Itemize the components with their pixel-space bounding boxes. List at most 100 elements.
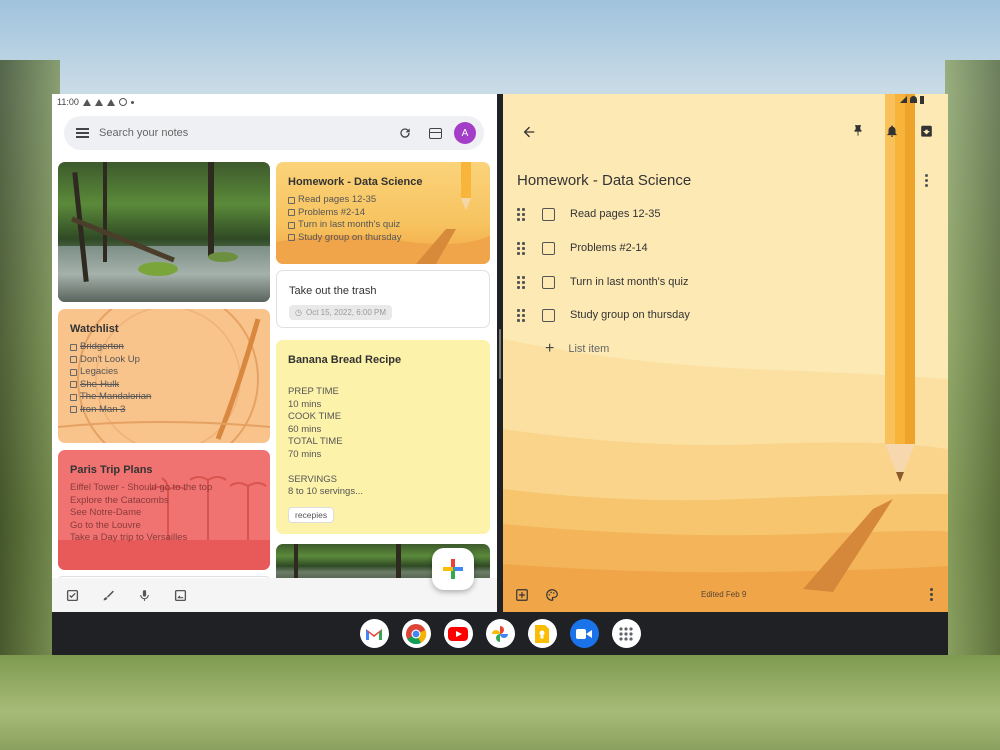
label-chip[interactable]: recepies [288, 506, 335, 523]
drag-handle-icon[interactable] [517, 309, 527, 322]
drag-handle-icon[interactable] [517, 276, 527, 289]
note-card-paris[interactable]: Paris Trip Plans Eiffel Tower - Should g… [58, 450, 270, 570]
checklist-item: Problems #2-14 [288, 207, 423, 220]
checklist-item-text[interactable]: Turn in last month's quiz [570, 276, 688, 288]
checklist-item-text[interactable]: Study group on thursday [570, 309, 690, 321]
checklist-item: Turn in last month's quiz [288, 219, 423, 232]
checkbox-icon [70, 393, 77, 401]
chrome-icon[interactable] [401, 619, 431, 648]
drag-handle-icon[interactable] [517, 208, 527, 221]
status-icons [900, 96, 924, 104]
pencil-illustration [461, 162, 471, 210]
plus-icon: + [545, 340, 555, 357]
reminder-chip[interactable]: ◷ Oct 15, 2022, 6:00 PM [289, 305, 393, 320]
hamburger-icon[interactable] [76, 128, 89, 138]
notification-icon [106, 98, 115, 106]
note-title: Take out the trash [289, 285, 377, 297]
archive-icon[interactable] [919, 123, 934, 139]
editor-title[interactable]: Homework - Data Science [517, 172, 691, 189]
checkbox[interactable] [542, 275, 555, 289]
checklist-item: Study group on thursday [288, 232, 423, 245]
checkbox-icon [288, 234, 295, 242]
checkbox-icon [70, 406, 77, 414]
add-box-icon[interactable] [515, 588, 529, 602]
split-divider-handle[interactable] [499, 329, 501, 379]
checkbox-icon [288, 196, 295, 204]
checklist-item: Legacies [70, 366, 151, 379]
checklist-item[interactable]: Study group on thursday [517, 305, 690, 325]
checkbox[interactable] [542, 207, 555, 221]
mic-icon[interactable] [136, 587, 152, 603]
background-blur-left [0, 60, 60, 750]
editor-bottom-bar: Edited Feb 9 [503, 578, 948, 612]
tree-trunk-image [208, 162, 214, 257]
search-bar[interactable]: Search your notes A [64, 116, 484, 150]
checkbox[interactable] [542, 241, 555, 255]
search-input[interactable]: Search your notes [99, 127, 386, 139]
gmail-icon[interactable] [359, 619, 389, 648]
checklist-item[interactable]: Problems #2-14 [517, 238, 648, 258]
clock-icon: ◷ [295, 308, 302, 317]
add-list-item-label: List item [568, 343, 610, 355]
note-card-homework[interactable]: Homework - Data Science Read pages 12-35… [276, 162, 490, 264]
photos-icon[interactable] [485, 619, 515, 648]
checkbox[interactable] [542, 308, 555, 322]
new-note-button[interactable] [432, 548, 474, 590]
note-body: PREP TIME 10 mins COOK TIME 60 mins TOTA… [288, 386, 363, 497]
checkbox-icon [70, 368, 77, 376]
mossy-rock-image [138, 262, 178, 276]
checkbox-icon[interactable] [64, 587, 80, 603]
notes-list-pane: 11:00 Search your notes A Homework - Dat… [52, 94, 497, 612]
more-notifications-icon [130, 100, 134, 104]
note-title: Banana Bread Recipe [288, 354, 402, 366]
checklist-item: Bridgerton [70, 341, 151, 354]
more-vert-icon[interactable] [925, 174, 928, 187]
mossy-rock-image [208, 252, 238, 262]
pin-icon[interactable] [851, 123, 865, 139]
youtube-icon[interactable] [443, 619, 473, 648]
back-arrow-icon[interactable] [521, 124, 537, 140]
keep-icon[interactable] [527, 619, 557, 648]
status-bar: 11:00 [52, 94, 497, 110]
checklist-item-text[interactable]: Problems #2-14 [570, 242, 648, 254]
palette-icon[interactable] [545, 588, 559, 602]
brush-icon[interactable] [100, 587, 116, 603]
checklist-item-text[interactable]: Read pages 12-35 [570, 208, 661, 220]
app-shelf [52, 612, 948, 655]
checklist-item: Iron Man 3 [70, 404, 151, 417]
notification-icon [82, 98, 91, 106]
note-card-banana-bread[interactable]: Banana Bread Recipe PREP TIME 10 mins CO… [276, 340, 490, 534]
status-time: 11:00 [57, 97, 79, 107]
note-card-trash[interactable]: Take out the trash ◷ Oct 15, 2022, 6:00 P… [276, 270, 490, 328]
checkbox-icon [70, 343, 77, 351]
checklist-item[interactable]: Turn in last month's quiz [517, 272, 688, 292]
drag-handle-icon[interactable] [517, 242, 527, 255]
more-vert-icon[interactable] [930, 588, 933, 601]
forest-image-note[interactable] [58, 162, 270, 302]
add-icon [443, 559, 463, 579]
refresh-icon[interactable] [394, 122, 416, 144]
grid-view-icon[interactable] [424, 122, 446, 144]
note-card-watchlist[interactable]: Watchlist Bridgerton Don't Look Up Legac… [58, 309, 270, 443]
edited-timestamp: Edited Feb 9 [701, 590, 747, 599]
tablet-screen: 11:00 Search your notes A Homework - Dat… [52, 94, 948, 655]
note-body: Eiffel Tower - Should go to the top Expl… [70, 482, 213, 543]
editor-toolbar [503, 94, 948, 154]
checkbox-icon [288, 221, 295, 229]
checkbox-icon [288, 209, 295, 217]
checklist-item: Don't Look Up [70, 354, 151, 367]
checklist-item: She-Hulk [70, 379, 151, 392]
wifi-icon [910, 96, 917, 103]
notification-icon [118, 98, 127, 106]
avatar[interactable]: A [454, 122, 476, 144]
battery-icon [920, 96, 924, 104]
add-list-item-button[interactable]: + List item [545, 339, 609, 359]
checklist-item[interactable]: Read pages 12-35 [517, 204, 661, 224]
signal-icon [900, 96, 907, 103]
note-title: Paris Trip Plans [70, 464, 153, 476]
launcher-icon[interactable] [611, 619, 641, 648]
meet-icon[interactable] [569, 619, 599, 648]
image-icon[interactable] [172, 587, 188, 603]
bell-icon[interactable] [885, 123, 899, 139]
note-title: Homework - Data Science [288, 176, 423, 188]
